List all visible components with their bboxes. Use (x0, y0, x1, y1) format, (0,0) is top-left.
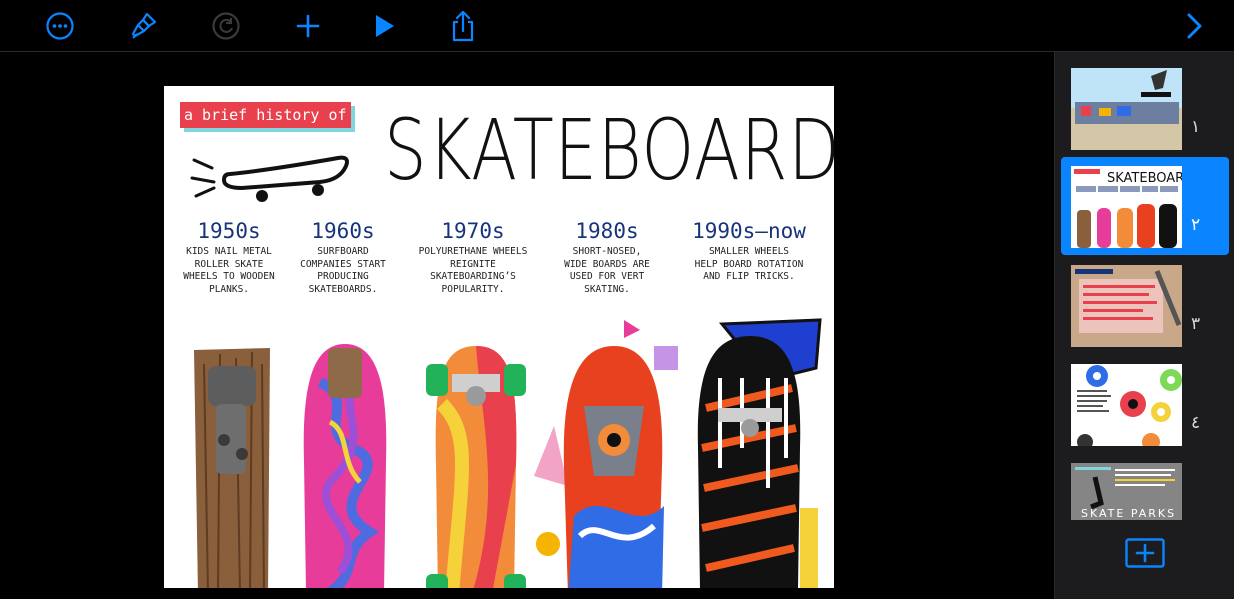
current-slide[interactable]: a brief history of SKATEBOARDS 1950s KID… (164, 86, 834, 588)
slide-number: ١ (1191, 117, 1201, 137)
era-description: SHORT-NOSED, WIDE BOARDS ARE USED FOR VE… (564, 246, 650, 295)
era-1970s: 1970s POLYURETHANE WHEELS REIGNITE SKATE… (404, 218, 542, 296)
era-description: SMALLER WHEELS HELP BOARD ROTATION AND F… (694, 246, 804, 282)
deck-image-1990s (697, 318, 822, 588)
deck-image-1960s (303, 344, 387, 588)
era-1990s-now: 1990s—now SMALLER WHEELS HELP BOARD ROTA… (678, 218, 820, 284)
slide-thumbnail-2[interactable]: SKATEBOARDS ٢ (1061, 157, 1229, 255)
format-brush-icon[interactable] (123, 6, 163, 46)
deck-image-1950s (194, 348, 270, 588)
slide-number: ٣ (1191, 314, 1201, 334)
more-icon[interactable] (40, 6, 80, 46)
play-icon[interactable] (364, 6, 404, 46)
slide-thumbnail-4[interactable]: ٤ (1061, 355, 1229, 453)
slide-navigator: ١ SKATEBOARDS ٢ (1054, 52, 1234, 599)
redo-icon (206, 6, 246, 46)
chevron-right-icon[interactable] (1174, 6, 1214, 46)
era-year: 1980s (575, 219, 639, 243)
add-slide-button[interactable] (1125, 538, 1165, 568)
deck-image-1970s (426, 346, 526, 588)
thumbnail-image: SKATE PARKS (1071, 463, 1182, 520)
slide-number: ٢ (1191, 215, 1201, 235)
slide-title: SKATEBOARDS (384, 101, 834, 199)
slide-thumbnail-5[interactable]: SKATE PARKS (1061, 454, 1229, 520)
era-1950s: 1950s KIDS NAIL METAL ROLLER SKATE WHEEL… (174, 218, 284, 296)
thumbnail-image (1071, 68, 1182, 150)
era-1960s: 1960s SURFBOARD COMPANIES START PRODUCIN… (288, 218, 398, 296)
toolbar (0, 0, 1234, 52)
thumbnail-image (1071, 364, 1182, 446)
thumbnail-title: SKATEBOARDS (1107, 171, 1182, 186)
add-slide-icon (1125, 538, 1165, 568)
share-icon[interactable] (443, 6, 483, 46)
era-year: 1950s (197, 219, 261, 243)
era-year: 1960s (311, 219, 375, 243)
era-year: 1970s (441, 219, 505, 243)
slide-thumbnail-1[interactable]: ١ (1061, 59, 1229, 157)
era-year: 1990s—now (692, 219, 806, 243)
slide-number: ٤ (1191, 413, 1201, 433)
era-description: KIDS NAIL METAL ROLLER SKATE WHEELS TO W… (183, 246, 275, 295)
thumbnail-image: SKATEBOARDS (1071, 166, 1182, 248)
add-icon[interactable] (288, 6, 328, 46)
kicker-label: a brief history of (180, 102, 351, 128)
deck-image-1980s (534, 320, 678, 588)
thumbnail-title: SKATE PARKS (1081, 507, 1176, 520)
era-description: POLYURETHANE WHEELS REIGNITE SKATEBOARDI… (418, 246, 528, 295)
era-1980s: 1980s SHORT-NOSED, WIDE BOARDS ARE USED … (550, 218, 664, 296)
thumbnail-image (1071, 265, 1182, 347)
era-description: SURFBOARD COMPANIES START PRODUCING SKAT… (300, 246, 386, 295)
slide-thumbnail-3[interactable]: ٣ (1061, 256, 1229, 354)
skateboard-doodle (190, 155, 349, 202)
